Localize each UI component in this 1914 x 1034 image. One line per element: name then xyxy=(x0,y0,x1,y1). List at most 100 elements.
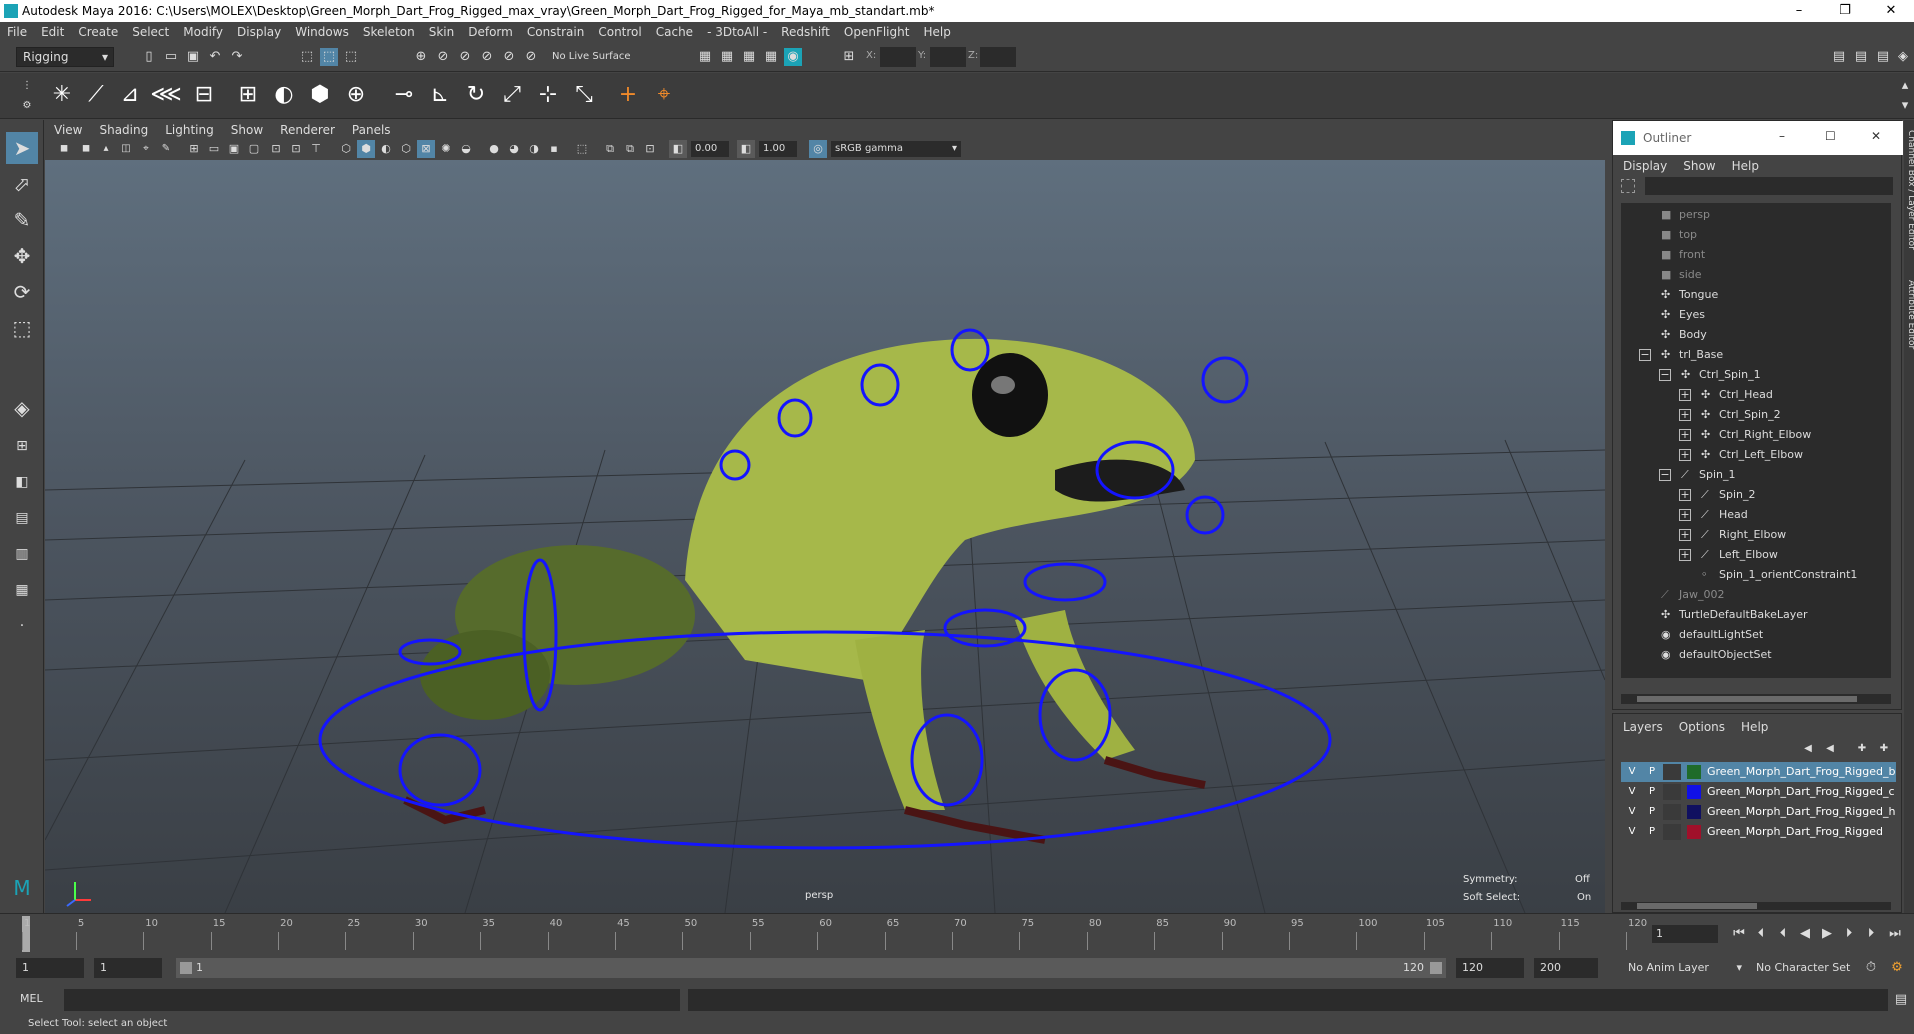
outliner-item[interactable]: ■ front xyxy=(1621,245,1889,265)
expand-icon[interactable]: + xyxy=(1679,389,1691,401)
outliner-item[interactable]: + ⟋ Left_Elbow xyxy=(1621,545,1889,565)
outliner-item[interactable]: ■ persp xyxy=(1621,205,1889,225)
scale-constraint-icon[interactable]: ⤢ xyxy=(496,79,528,111)
resolution-gate-icon[interactable]: ▣ xyxy=(225,140,243,158)
current-frame-field[interactable]: 1 xyxy=(1652,925,1718,943)
wrap-icon[interactable]: ⊕ xyxy=(340,79,372,111)
shelf-settings-icon[interactable]: ⚙ xyxy=(18,97,36,115)
script-editor-icon[interactable]: ▤ xyxy=(1892,991,1910,1009)
panel-menu-shading[interactable]: Shading xyxy=(90,120,156,137)
close-icon[interactable]: ✕ xyxy=(1871,129,1881,143)
go-to-start-icon[interactable]: ⏮ xyxy=(1730,925,1748,943)
character-set-dropdown[interactable]: No Character Set xyxy=(1750,958,1870,978)
channel-box-icon[interactable]: ◈ xyxy=(1894,48,1912,66)
layer-type-toggle[interactable] xyxy=(1663,804,1681,820)
select-hierarchy-icon[interactable]: ⬚ xyxy=(298,48,316,66)
color-space-dropdown[interactable]: sRGB gamma ▾ xyxy=(831,141,961,157)
expand-icon[interactable]: + xyxy=(1679,409,1691,421)
bind-skin-icon[interactable]: ⊟ xyxy=(188,79,220,111)
bookmark-icon[interactable]: ▴ xyxy=(97,140,115,158)
color-management-icon[interactable]: ◎ xyxy=(809,140,827,158)
xray-icon[interactable]: ⧉ xyxy=(601,140,619,158)
menu-cache[interactable]: Cache xyxy=(649,22,700,39)
minimize-icon[interactable]: – xyxy=(1779,129,1785,143)
render-view-icon[interactable]: ▦ xyxy=(696,48,714,66)
live-surface-field[interactable]: No Live Surface xyxy=(552,49,654,65)
aim-constraint-icon[interactable]: ⊾ xyxy=(424,79,456,111)
layer-type-toggle[interactable] xyxy=(1663,824,1681,840)
go-to-end-icon[interactable]: ⏭ xyxy=(1886,925,1904,943)
lattice-icon[interactable]: ⬢ xyxy=(304,79,336,111)
wireframe-icon[interactable]: ⬡ xyxy=(337,140,355,158)
close-button[interactable]: ✕ xyxy=(1868,0,1914,22)
layer-playback-toggle[interactable]: P xyxy=(1643,804,1661,820)
layer-row[interactable]: V P Green_Morph_Dart_Frog_Rigged xyxy=(1621,822,1896,842)
shadows-icon[interactable]: ◒ xyxy=(457,140,475,158)
snap-grid-icon[interactable]: ⊕ xyxy=(412,48,430,66)
filter-icon[interactable] xyxy=(1621,179,1635,193)
joint-tool-icon[interactable]: ✳ xyxy=(46,79,78,111)
layer-visibility-toggle[interactable]: V xyxy=(1623,804,1641,820)
render-settings-icon[interactable]: ▦ xyxy=(762,48,780,66)
new-layer-selected-icon[interactable]: ✚ xyxy=(1875,740,1893,758)
paint-select-icon[interactable]: ✎ xyxy=(6,204,38,236)
ik-spline-icon[interactable]: ⊿ xyxy=(114,79,146,111)
panel-menu-panels[interactable]: Panels xyxy=(343,120,399,137)
play-backwards-icon[interactable]: ◀ xyxy=(1796,925,1814,943)
outliner-item[interactable]: + ✣ Ctrl_Right_Elbow xyxy=(1621,425,1889,445)
field-chart-icon[interactable]: ⊡ xyxy=(267,140,285,158)
shelf-scroll-down-icon[interactable]: ▾ xyxy=(1896,97,1914,115)
menu-windows[interactable]: Windows xyxy=(288,22,356,39)
auto-key-icon[interactable]: ⏱ xyxy=(1862,959,1880,977)
camera-attributes-icon[interactable]: ◼ xyxy=(77,140,95,158)
make-live-icon[interactable]: ⊘ xyxy=(522,48,540,66)
menu-control[interactable]: Control xyxy=(591,22,648,39)
mel-label[interactable]: MEL xyxy=(20,992,60,1005)
outliner-h-scrollbar[interactable] xyxy=(1621,694,1891,704)
layer-menu-layers[interactable]: Layers xyxy=(1615,720,1671,734)
menu-constrain[interactable]: Constrain xyxy=(520,22,592,39)
outliner-item[interactable]: + ✣ Ctrl_Spin_2 xyxy=(1621,405,1889,425)
outliner-item[interactable]: + ✣ Ctrl_Left_Elbow xyxy=(1621,445,1889,465)
anim-preferences-icon[interactable]: ⚙ xyxy=(1888,959,1906,977)
move-tool-icon[interactable]: ✥ xyxy=(6,240,38,272)
layer-visibility-toggle[interactable]: V xyxy=(1623,824,1641,840)
perspective-viewport[interactable]: persp Symmetry: Off Soft Select: On xyxy=(45,160,1605,913)
outliner-search-input[interactable] xyxy=(1645,177,1893,195)
shelf-scroll-up-icon[interactable]: ▴ xyxy=(1896,77,1914,95)
outliner-item[interactable]: − ✣ Ctrl_Spin_1 xyxy=(1621,365,1889,385)
expand-icon[interactable]: + xyxy=(1679,429,1691,441)
camera-select-icon[interactable]: ◼ xyxy=(55,140,73,158)
outliner-item[interactable]: ■ side xyxy=(1621,265,1889,285)
single-pane-icon[interactable]: ◈ xyxy=(6,392,38,424)
collapse-icon[interactable]: − xyxy=(1639,349,1651,361)
two-pane-icon[interactable]: ◧ xyxy=(6,466,38,498)
outliner-item[interactable]: ◦ Spin_1_orientConstraint1 xyxy=(1621,565,1889,585)
layer-color-swatch[interactable] xyxy=(1687,785,1701,799)
x-coordinate-field[interactable] xyxy=(880,47,916,67)
layer-visibility-toggle[interactable]: V xyxy=(1623,764,1641,780)
gate-mask-icon[interactable]: ▢ xyxy=(245,140,263,158)
attribute-editor-tab[interactable]: Attribute Editor xyxy=(1902,280,1914,380)
menu-select[interactable]: Select xyxy=(125,22,176,39)
film-gate-icon[interactable]: ▭ xyxy=(205,140,223,158)
menu-help[interactable]: Help xyxy=(916,22,957,39)
save-scene-icon[interactable]: ▣ xyxy=(184,48,202,66)
pole-vector-icon[interactable]: ⤡ xyxy=(568,79,600,111)
cluster-icon[interactable]: ◐ xyxy=(268,79,300,111)
undo-icon[interactable]: ↶ xyxy=(206,48,224,66)
expand-icon[interactable]: + xyxy=(1679,449,1691,461)
grid-toggle-icon[interactable]: ⊞ xyxy=(185,140,203,158)
layer-type-toggle[interactable] xyxy=(1663,784,1681,800)
playback-start-field[interactable]: 1 xyxy=(94,958,162,978)
playback-end-field[interactable]: 120 xyxy=(1456,958,1524,978)
layer-color-swatch[interactable] xyxy=(1687,825,1701,839)
scene-end-field[interactable]: 200 xyxy=(1534,958,1598,978)
menuset-dropdown[interactable]: Rigging ▾ xyxy=(16,47,114,67)
collapse-icon[interactable]: − xyxy=(1659,369,1671,381)
minimize-button[interactable]: – xyxy=(1776,0,1822,22)
layer-visibility-toggle[interactable]: V xyxy=(1623,784,1641,800)
outliner-item[interactable]: ✣ TurtleDefaultBakeLayer xyxy=(1621,605,1889,625)
expand-icon[interactable]: + xyxy=(1679,509,1691,521)
lasso-tool-icon[interactable]: ⬀ xyxy=(6,168,38,200)
